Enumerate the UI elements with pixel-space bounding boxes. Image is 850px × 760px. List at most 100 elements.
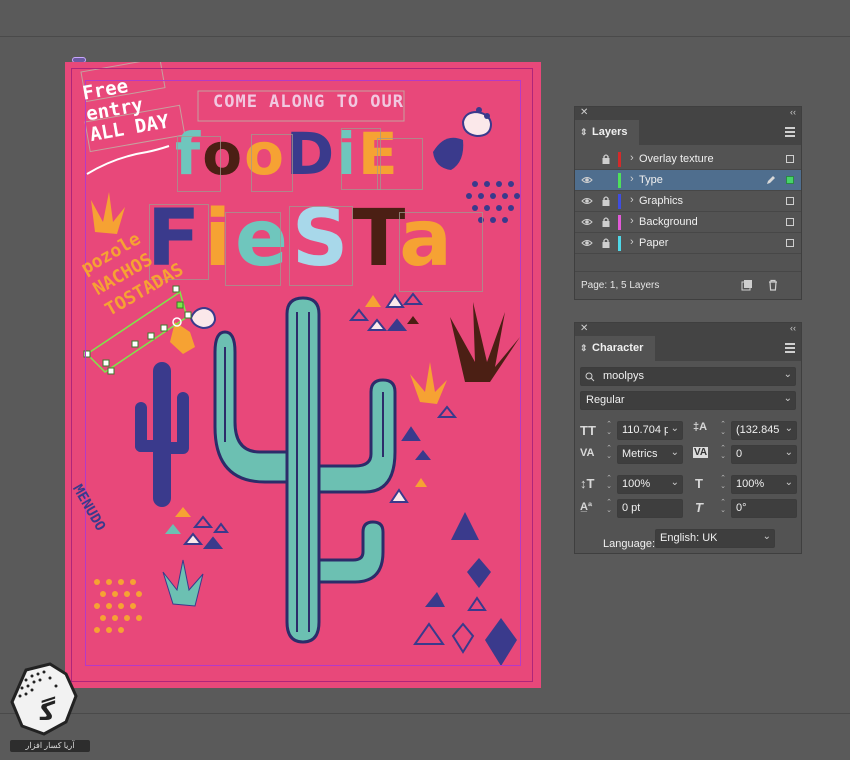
- trash-icon[interactable]: [767, 279, 779, 291]
- layer-target-square[interactable]: [786, 176, 794, 184]
- chevron-down-icon[interactable]: ⌄: [785, 423, 793, 434]
- panel-menu-icon[interactable]: [785, 127, 795, 137]
- horizontal-scale-field[interactable]: 100% ⌄: [731, 475, 797, 494]
- layer-name: Background: [639, 216, 698, 228]
- font-style-value: Regular: [586, 394, 625, 406]
- visibility-eye-icon[interactable]: [581, 217, 593, 227]
- font-family-field[interactable]: moolpys ⌄: [580, 367, 796, 386]
- updown-icon: ⇕: [580, 343, 588, 353]
- new-layer-icon[interactable]: [741, 279, 753, 291]
- lock-icon[interactable]: [601, 174, 611, 186]
- collapse-icon[interactable]: ‹‹: [790, 323, 796, 333]
- visibility-eye-icon[interactable]: [581, 175, 593, 185]
- chevron-right-icon[interactable]: ›: [630, 152, 634, 164]
- kerning-select[interactable]: Metrics ⌄: [617, 445, 683, 464]
- poster-page[interactable]: Free entry ALL DAY COME ALONG TO OUR foo…: [65, 62, 541, 688]
- language-label: Language:: [603, 538, 655, 550]
- horizontal-scale-stepper[interactable]: ⌃ ⌄: [717, 475, 729, 494]
- lock-icon[interactable]: [601, 153, 611, 165]
- headline-letter: D: [285, 120, 337, 188]
- font-style-select[interactable]: Regular ⌄: [580, 391, 796, 410]
- visibility-eye-icon[interactable]: [581, 154, 593, 164]
- chevron-right-icon[interactable]: ›: [630, 173, 634, 185]
- layer-name: Type: [639, 174, 663, 186]
- layer-row[interactable]: › Background: [575, 212, 801, 233]
- skew-field[interactable]: 0°: [731, 499, 797, 518]
- leading-field[interactable]: (132.845 ⌄: [731, 421, 797, 440]
- visibility-eye-icon[interactable]: [581, 238, 593, 248]
- headline-letter: E: [358, 120, 400, 188]
- vertical-scale-field[interactable]: 100% ⌄: [617, 475, 683, 494]
- watermark-logo: ﮔ آریا کسار افزار: [6, 660, 90, 754]
- language-value: English: UK: [660, 532, 718, 544]
- leading-value: (132.845: [736, 424, 780, 436]
- font-size-field[interactable]: 110.704 p ⌄: [617, 421, 683, 440]
- baseline-shift-icon: A̲ª: [580, 501, 593, 513]
- font-family-value: moolpys: [603, 370, 644, 382]
- baseline-shift-value: 0 pt: [622, 502, 641, 514]
- headline-letter: i: [336, 120, 358, 188]
- fiesta-headline[interactable]: FieSTa: [147, 194, 456, 284]
- visibility-eye-icon[interactable]: [581, 196, 593, 206]
- close-icon[interactable]: ✕: [580, 323, 588, 334]
- font-size-stepper[interactable]: ⌃ ⌄: [603, 421, 615, 440]
- come-along-text[interactable]: COME ALONG TO OUR: [213, 92, 404, 112]
- agave-dark: [450, 302, 520, 382]
- chevron-down-icon[interactable]: ⌄: [671, 477, 679, 488]
- watermark-caption: آریا کسار افزار: [10, 740, 90, 752]
- kerning-icon: VA: [580, 447, 595, 459]
- layer-target-square[interactable]: [786, 155, 794, 163]
- layer-row[interactable]: › Paper: [575, 233, 801, 254]
- vertical-scale-icon: ↕T: [580, 476, 595, 491]
- font-size-icon: TT: [580, 423, 596, 438]
- chevron-right-icon[interactable]: ›: [630, 215, 634, 227]
- search-icon: [585, 372, 595, 382]
- panel-titlebar[interactable]: ✕ ‹‹: [575, 107, 801, 120]
- font-size-value: 110.704 p: [622, 424, 668, 436]
- layer-row[interactable]: › Overlay texture: [575, 149, 801, 170]
- chevron-down-icon[interactable]: ⌄: [784, 369, 792, 380]
- lock-icon[interactable]: [601, 216, 611, 228]
- baseline-shift-stepper[interactable]: ⌃ ⌄: [603, 499, 615, 518]
- collapse-icon[interactable]: ‹‹: [790, 107, 796, 117]
- close-icon[interactable]: ✕: [580, 107, 588, 118]
- chevron-down-icon[interactable]: ⌄: [785, 477, 793, 488]
- tab-label: Layers: [592, 126, 628, 138]
- tracking-stepper[interactable]: ⌃ ⌄: [717, 445, 729, 464]
- chevron-down-icon[interactable]: ⌄: [785, 447, 793, 458]
- chevron-down-icon[interactable]: ⌄: [784, 393, 792, 404]
- layer-list: › Overlay texture › Type › Graphics › Backgroun…: [575, 149, 801, 254]
- layer-target-square[interactable]: [786, 218, 794, 226]
- tracking-field[interactable]: 0 ⌄: [731, 445, 797, 464]
- layer-target-square[interactable]: [786, 239, 794, 247]
- skew-stepper[interactable]: ⌃ ⌄: [717, 499, 729, 518]
- chevron-down-icon[interactable]: ⌄: [671, 423, 679, 434]
- kerning-stepper[interactable]: ⌃ ⌄: [603, 445, 615, 464]
- lock-icon[interactable]: [601, 195, 611, 207]
- layer-row[interactable]: › Type: [575, 170, 801, 191]
- chevron-down-icon[interactable]: ⌄: [763, 531, 771, 542]
- layer-target-square[interactable]: [786, 197, 794, 205]
- vertical-scale-stepper[interactable]: ⌃ ⌄: [603, 475, 615, 494]
- horizontal-scale-icon: T: [695, 476, 703, 491]
- tab-layers[interactable]: ⇕ Layers: [575, 120, 639, 145]
- toolbar-divider: [0, 36, 850, 37]
- leading-stepper[interactable]: ⌃ ⌄: [717, 421, 729, 440]
- kerning-value: Metrics: [622, 448, 658, 460]
- panel-titlebar[interactable]: ✕ ‹‹: [575, 323, 801, 336]
- skew-icon: T: [695, 500, 703, 515]
- headline-letter: o: [202, 120, 245, 188]
- baseline-shift-field[interactable]: 0 pt: [617, 499, 683, 518]
- watermark-icon: ﮔ: [10, 662, 78, 736]
- lock-icon[interactable]: [601, 237, 611, 249]
- chevron-down-icon[interactable]: ⌄: [671, 447, 679, 458]
- tab-character[interactable]: ⇕ Character: [575, 336, 655, 361]
- chevron-right-icon[interactable]: ›: [630, 236, 634, 248]
- language-select[interactable]: English: UK ⌄: [655, 529, 775, 548]
- layer-row[interactable]: › Graphics: [575, 191, 801, 212]
- pen-icon: [767, 176, 775, 184]
- small-cactus: [135, 362, 189, 507]
- foodie-headline[interactable]: fooDiE: [175, 120, 400, 188]
- panel-menu-icon[interactable]: [785, 343, 795, 353]
- chevron-right-icon[interactable]: ›: [630, 194, 634, 206]
